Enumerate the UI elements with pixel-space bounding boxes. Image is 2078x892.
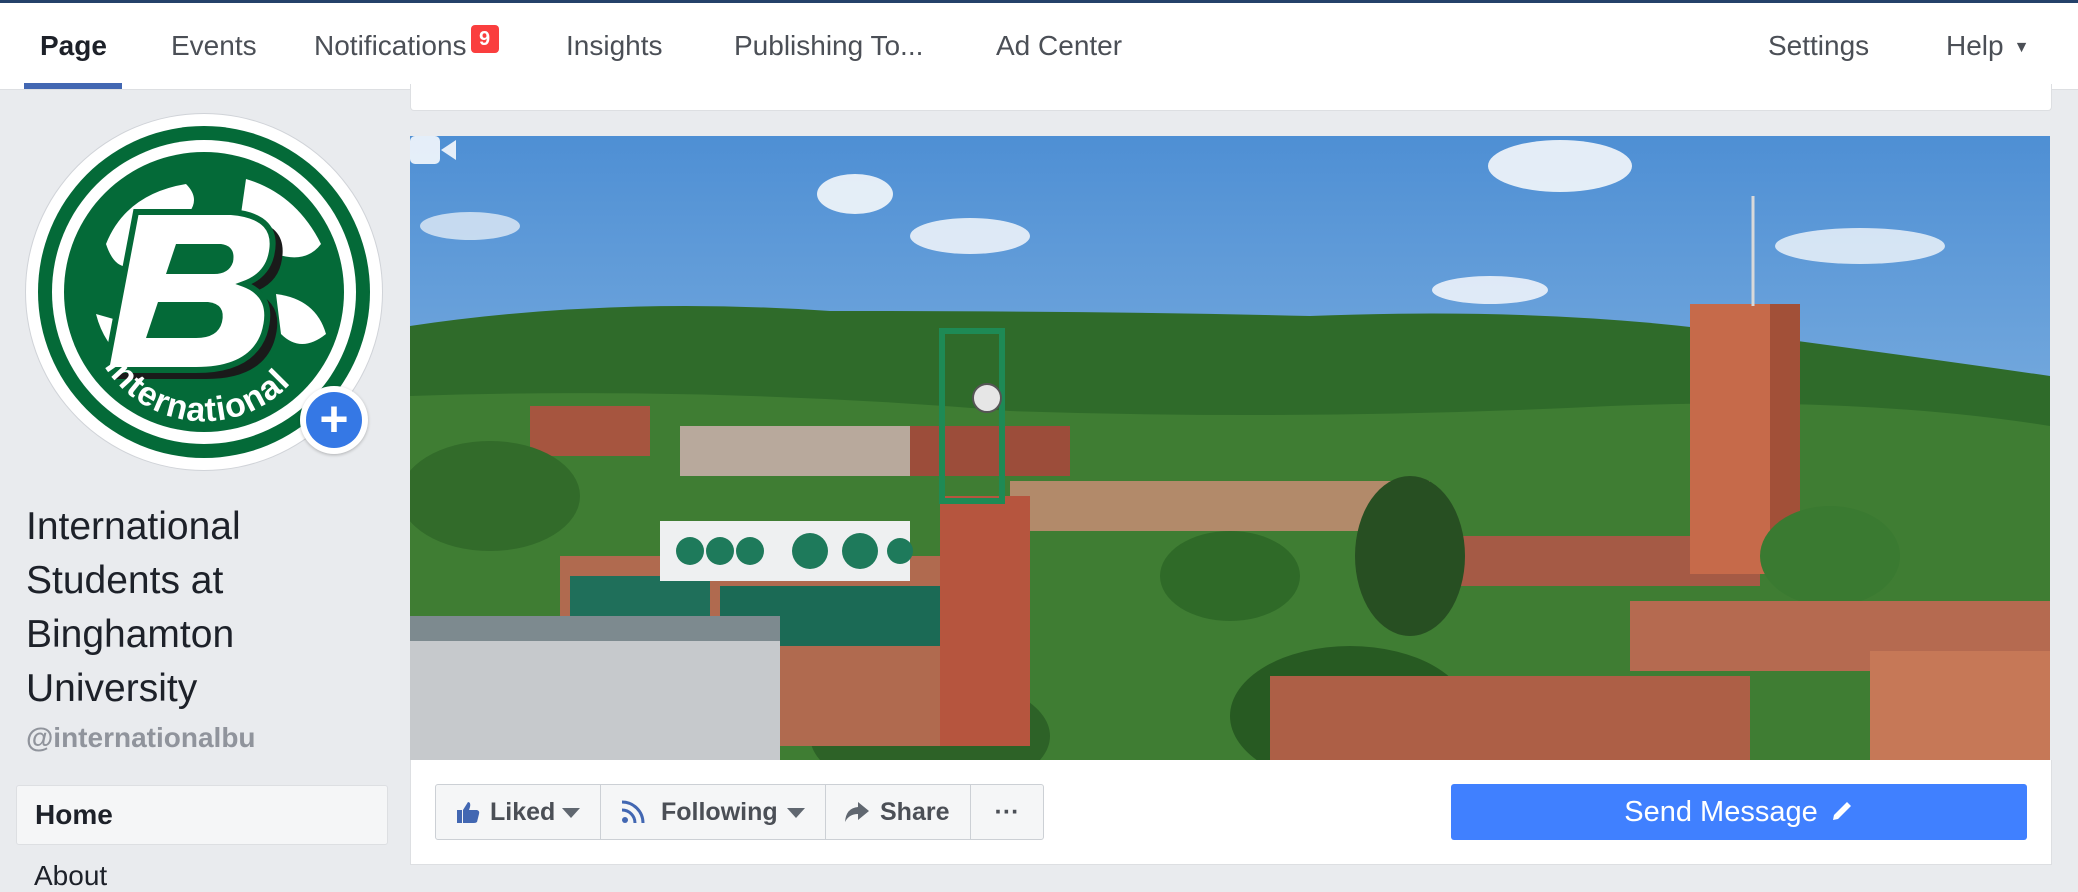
nav-help-label: Help (1946, 30, 2004, 61)
page-nav-bar: Page Events Notifications 9 Insights Publ… (0, 3, 2078, 90)
share-arrow-icon (845, 802, 869, 822)
chevron-down-icon (787, 808, 805, 818)
nav-insights[interactable]: Insights (566, 3, 663, 89)
sidebar-item-label: About (34, 860, 108, 891)
sidebar-item-about[interactable]: About (34, 860, 107, 892)
share-label: Share (880, 798, 950, 826)
notification-badge: 9 (470, 25, 499, 53)
more-options-button[interactable]: ··· (971, 785, 1043, 839)
nav-ad-center[interactable]: Ad Center (996, 3, 1122, 89)
thumbs-up-icon (457, 802, 480, 823)
page-username[interactable]: @internationalbu (26, 722, 256, 754)
following-label: Following (661, 798, 778, 826)
nav-page[interactable]: Page (40, 3, 107, 89)
send-message-label: Send Message (1624, 796, 1818, 828)
send-message-button[interactable]: Send Message (1451, 784, 2027, 840)
pencil-icon (1832, 800, 1853, 820)
nav-notifications[interactable]: Notifications 9 (314, 3, 499, 89)
page-title-line: Binghamton (26, 613, 235, 656)
top-card-edge (410, 84, 2052, 111)
chevron-down-icon: ▼ (2013, 39, 2030, 56)
nav-help[interactable]: Help ▼ (1946, 3, 2029, 89)
nav-publishing-label: Publishing To... (734, 30, 924, 61)
sidebar-item-home[interactable]: Home (16, 785, 388, 845)
nav-ad-center-label: Ad Center (996, 30, 1123, 61)
page-title: International Students at Binghamton Uni… (26, 500, 326, 716)
chevron-down-icon (562, 808, 580, 818)
more-dots-icon: ··· (994, 798, 1020, 826)
page-title-line: International (26, 505, 241, 548)
nav-settings[interactable]: Settings (1768, 3, 1869, 89)
page-title-line: Students at (26, 559, 224, 602)
page-actions-bar: Liked Following Share ··· Send Message (410, 760, 2052, 865)
nav-settings-label: Settings (1768, 30, 1870, 61)
nav-events-label: Events (171, 30, 257, 61)
page-action-buttons: Liked Following Share ··· (435, 784, 1044, 840)
nav-events[interactable]: Events (171, 3, 257, 89)
liked-button[interactable]: Liked (436, 785, 601, 839)
cover-photo[interactable] (410, 136, 2050, 760)
video-camera-icon[interactable] (410, 136, 456, 164)
add-photo-button[interactable]: + (300, 386, 368, 454)
share-button[interactable]: Share (826, 785, 971, 839)
cover-illustration (410, 136, 2050, 760)
page-title-line: University (26, 667, 198, 710)
following-button[interactable]: Following (601, 785, 826, 839)
rss-feed-icon (621, 800, 645, 824)
nav-insights-label: Insights (566, 30, 663, 61)
liked-label: Liked (490, 798, 556, 826)
nav-publishing-tools[interactable]: Publishing To... (734, 3, 923, 89)
nav-notifications-label: Notifications (314, 30, 467, 61)
sidebar-item-label: Home (35, 799, 113, 830)
nav-page-label: Page (40, 30, 107, 61)
plus-icon: + (306, 392, 362, 448)
active-tab-underline (24, 83, 122, 89)
